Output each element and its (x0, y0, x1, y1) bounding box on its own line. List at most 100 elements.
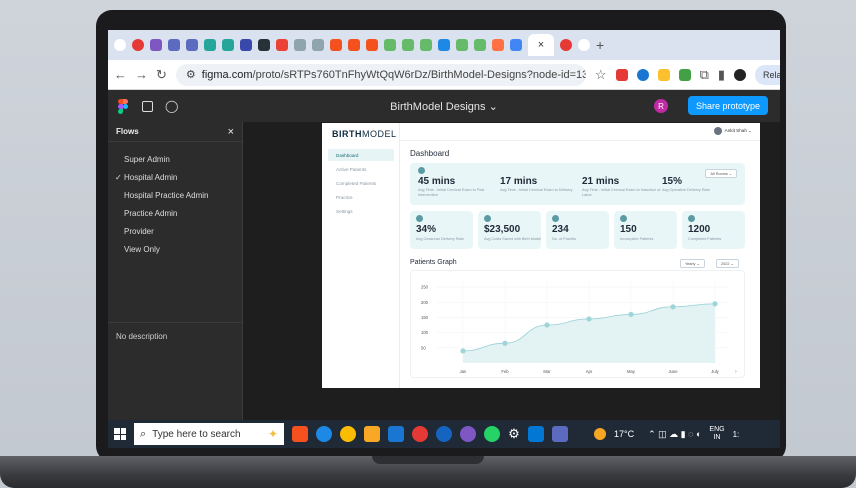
data-point[interactable] (544, 322, 550, 328)
x-tick-label: June (668, 369, 678, 374)
chrome-menu-icon[interactable] (114, 39, 126, 51)
close-icon[interactable]: × (228, 126, 234, 138)
weather-icon[interactable] (594, 428, 606, 440)
data-point[interactable] (628, 311, 634, 318)
back-icon[interactable]: ← (114, 67, 127, 82)
taskbar-app-icon[interactable] (436, 426, 452, 442)
kpi-value: 1200 (688, 224, 711, 235)
tab-icon[interactable] (186, 39, 198, 51)
extensions-puzzle-icon[interactable]: ⧉ (700, 67, 709, 83)
data-point[interactable] (712, 301, 718, 307)
extension-icon[interactable] (636, 68, 649, 81)
chrome-icon[interactable] (340, 426, 356, 442)
bookmark-star-icon[interactable]: ☆ (595, 67, 607, 83)
file-explorer-icon[interactable] (364, 426, 380, 442)
period-dropdown[interactable]: Yearly ⌄ (680, 259, 705, 268)
tab-icon[interactable] (150, 39, 162, 51)
system-tray-icons[interactable]: ⌃ ◫ ☁ ▮ ◌ ◐ (648, 429, 701, 440)
chevron-right-icon[interactable]: › (735, 369, 737, 375)
tab-icon[interactable] (204, 39, 216, 51)
profile-avatar-icon[interactable] (734, 68, 747, 81)
chrome-profile-icon[interactable] (412, 426, 428, 442)
tab-icon[interactable] (168, 39, 180, 51)
google-tab-icon[interactable] (578, 39, 590, 51)
settings-gear-icon[interactable]: ⚙ (508, 426, 520, 442)
sidebar-nav-item[interactable]: Completed Patients (328, 177, 394, 189)
tab-icon[interactable] (132, 39, 144, 51)
side-panel-icon[interactable]: ▮ (718, 67, 725, 83)
x-tick-label: Apr (586, 369, 593, 374)
tab-icon[interactable] (312, 39, 324, 51)
copilot-sparkle-icon[interactable]: ✦ (268, 427, 278, 441)
tab-icon[interactable] (402, 39, 414, 51)
mail-icon[interactable] (388, 426, 404, 442)
year-dropdown[interactable]: 2022 ⌄ (716, 259, 739, 268)
reload-icon[interactable]: ↻ (156, 67, 167, 83)
active-tab-close-icon[interactable]: × (528, 34, 554, 56)
tab-icon[interactable] (474, 39, 486, 51)
taskbar-app-icon[interactable] (292, 426, 308, 442)
taskbar-search[interactable]: ⌕ Type here to search ✦ (134, 423, 284, 445)
docs-tab-icon[interactable] (510, 39, 522, 51)
kpi-icon (620, 215, 627, 222)
tab-icon[interactable] (492, 39, 504, 51)
clock[interactable]: 1: (733, 430, 740, 439)
taskbar-app-icon[interactable] (552, 426, 568, 442)
data-point[interactable] (586, 316, 592, 322)
gmail-tab-icon[interactable] (276, 39, 288, 51)
file-title[interactable]: BirthModel Designs ⌄ (108, 100, 780, 113)
site-settings-icon[interactable]: ⚙ (186, 68, 196, 81)
windows-start-icon[interactable] (114, 428, 126, 440)
app-topbar: Ankit Shah ⌄ (400, 123, 760, 141)
flow-item[interactable]: Super Admin (108, 150, 242, 168)
flow-item[interactable]: Hospital Practice Admin (108, 186, 242, 204)
stat-block: 15% Avg Operative Delivery Rate (662, 167, 742, 193)
weather-temp[interactable]: 17°C (614, 429, 634, 439)
flow-description: No description (116, 332, 168, 341)
flow-item[interactable]: Provider (108, 222, 242, 240)
tab-icon[interactable] (560, 39, 572, 51)
tab-icon[interactable] (438, 39, 450, 51)
extension-icon[interactable] (657, 68, 670, 81)
sidebar-nav-item[interactable]: Settings (328, 205, 394, 217)
flow-item[interactable]: Hospital Admin (108, 168, 242, 186)
sidebar-nav-item[interactable]: Active Patients (328, 163, 394, 175)
taskbar-app-icon[interactable] (528, 426, 544, 442)
data-point[interactable] (460, 348, 466, 354)
data-point[interactable] (502, 340, 508, 346)
new-tab-icon[interactable]: + (596, 37, 604, 53)
stat-label: Avg Time - Initial Cervical Exam to Firs… (418, 188, 485, 197)
url-host: figma.com (201, 68, 253, 81)
browser-tab-strip: × + (108, 30, 780, 60)
tab-icon[interactable] (258, 39, 270, 51)
user-avatar[interactable]: R (654, 99, 668, 113)
flow-item[interactable]: View Only (108, 240, 242, 258)
sidebar-nav-item[interactable]: Dashboard (328, 149, 394, 161)
figma-tab-icon[interactable] (348, 39, 360, 51)
user-menu[interactable]: Ankit Shah ⌄ (713, 127, 752, 135)
extension-icon[interactable] (615, 68, 628, 81)
figma-tab-icon[interactable] (330, 39, 342, 51)
data-point[interactable] (670, 304, 676, 310)
tab-icon[interactable] (384, 39, 396, 51)
tab-icon[interactable] (294, 39, 306, 51)
language-indicator[interactable]: ENG IN (709, 426, 724, 442)
extension-icon[interactable] (678, 68, 691, 81)
whatsapp-icon[interactable] (484, 426, 500, 442)
relaunch-button[interactable]: Relau (755, 64, 780, 85)
kpi-label: Incomplete Patients (620, 237, 654, 241)
address-bar[interactable]: ⚙ figma.com/proto/sRTPs760TnFhyWtQqW6rDz… (175, 63, 586, 86)
sidebar-nav-item[interactable]: Practice (328, 191, 394, 203)
forward-icon[interactable]: → (135, 67, 148, 82)
tab-icon[interactable] (240, 39, 252, 51)
taskbar-app-icon[interactable] (460, 426, 476, 442)
tab-icon[interactable] (456, 39, 468, 51)
figma-tab-icon[interactable] (366, 39, 378, 51)
kpi-value: $23,500 (484, 224, 521, 235)
share-prototype-button[interactable]: Share prototype (688, 96, 769, 115)
tab-icon[interactable] (222, 39, 234, 51)
kpi-label: Completed Patients (688, 237, 722, 241)
tab-icon[interactable] (420, 39, 432, 51)
flow-item[interactable]: Practice Admin (108, 204, 242, 222)
edge-icon[interactable] (316, 426, 332, 442)
